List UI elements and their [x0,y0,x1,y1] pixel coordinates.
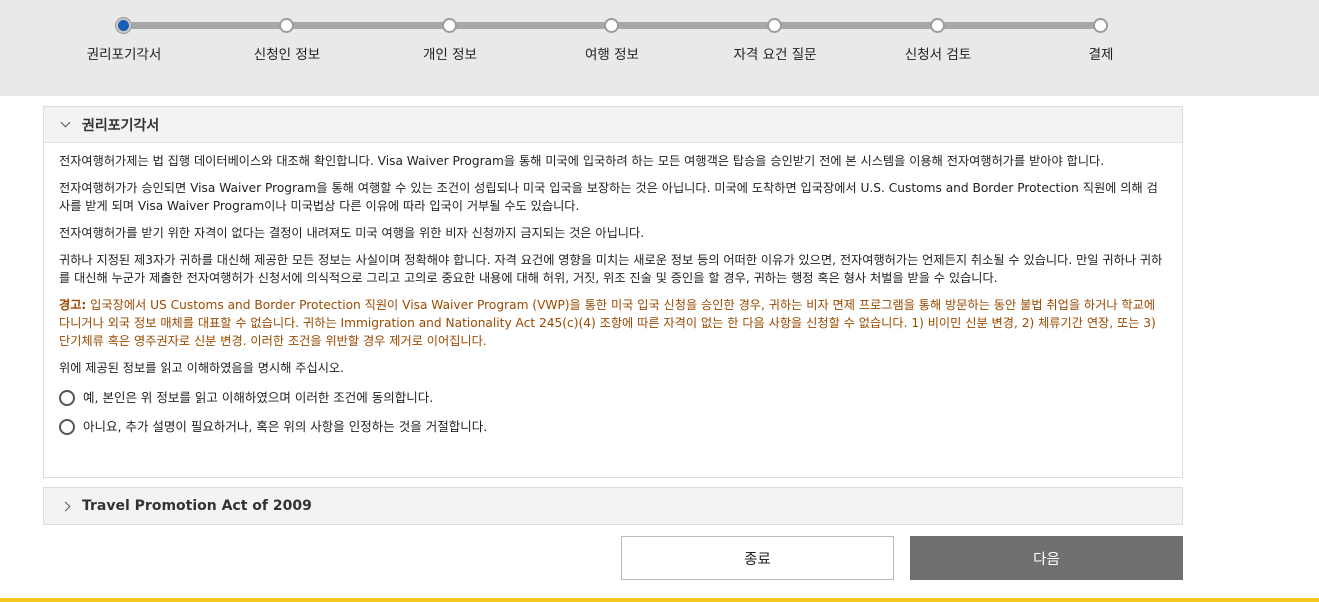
step-label-travel-info: 여행 정보 [585,47,639,63]
step-dot-eligibility [767,18,782,33]
close-button[interactable]: 종료 [621,536,894,580]
next-button[interactable]: 다음 [910,536,1183,580]
step-dot-payment [1093,18,1108,33]
waiver-warning: 경고: 입국장에서 US Customs and Border Protecti… [59,296,1167,350]
step-dot-travel-info [604,18,619,33]
waiver-paragraph-1: 전자여행허가제는 법 집행 데이터베이스와 대조해 확인합니다. Visa Wa… [59,154,1105,168]
radio-option-no[interactable]: 아니요, 추가 설명이 필요하거나, 혹은 위의 사항을 인정하는 것을 거절합… [59,415,1167,438]
waiver-panel-header[interactable]: 권리포기각서 [44,107,1182,143]
travel-promotion-panel: Travel Promotion Act of 2009 [43,487,1183,525]
waiver-panel-title: 권리포기각서 [82,117,160,134]
radio-no[interactable] [59,418,75,435]
progress-stepper: 권리포기각서 신청인 정보 개인 정보 여행 정보 자격 요건 질문 신청서 검… [0,0,1319,96]
step-label-personal-info: 개인 정보 [423,47,477,63]
radio-option-yes[interactable]: 예, 본인은 위 정보를 읽고 이해하였으며 이러한 조건에 동의합니다. [59,386,1167,409]
travel-promotion-title: Travel Promotion Act of 2009 [82,498,312,514]
waiver-paragraph-2: 전자여행허가가 승인되면 Visa Waiver Program을 통해 여행할… [59,181,1158,213]
waiver-panel: 권리포기각서 전자여행허가제는 법 집행 데이터베이스와 대조해 확인합니다. … [43,106,1183,478]
step-label-payment: 결제 [1088,47,1114,63]
step-label-waiver: 권리포기각서 [86,47,162,63]
step-label-eligibility: 자격 요건 질문 [733,47,817,63]
step-dot-applicant-info [279,18,294,33]
step-dot-waiver [116,18,131,33]
warning-label: 경고: [59,298,87,312]
travel-promotion-header[interactable]: Travel Promotion Act of 2009 [44,488,1182,524]
chevron-right-icon [60,501,71,511]
radio-yes[interactable] [59,389,75,406]
waiver-paragraph-3: 전자여행허가를 받기 위한 자격이 없다는 결정이 내려져도 미국 여행을 위한… [59,226,645,240]
radio-yes-label[interactable]: 예, 본인은 위 정보를 읽고 이해하였으며 이러한 조건에 동의합니다. [83,389,433,407]
warning-text: 입국장에서 US Customs and Border Protection 직… [59,298,1156,348]
confirm-prompt: 위에 제공된 정보를 읽고 이해하였음을 명시해 주십시오. [59,361,345,375]
waiver-panel-body: 전자여행허가제는 법 집행 데이터베이스와 대조해 확인합니다. Visa Wa… [44,143,1182,438]
waiver-paragraph-4: 귀하나 지정된 제3자가 귀하를 대신해 제공한 모든 정보는 사실이며 정확해… [59,253,1163,285]
step-label-applicant-info: 신청인 정보 [253,47,321,63]
footer-accent-bar [0,598,1319,602]
step-label-review: 신청서 검토 [904,47,972,63]
chevron-down-icon [60,117,71,128]
step-dot-personal-info [442,18,457,33]
step-dot-review [930,18,945,33]
radio-no-label[interactable]: 아니요, 추가 설명이 필요하거나, 혹은 위의 사항을 인정하는 것을 거절합… [83,418,487,436]
